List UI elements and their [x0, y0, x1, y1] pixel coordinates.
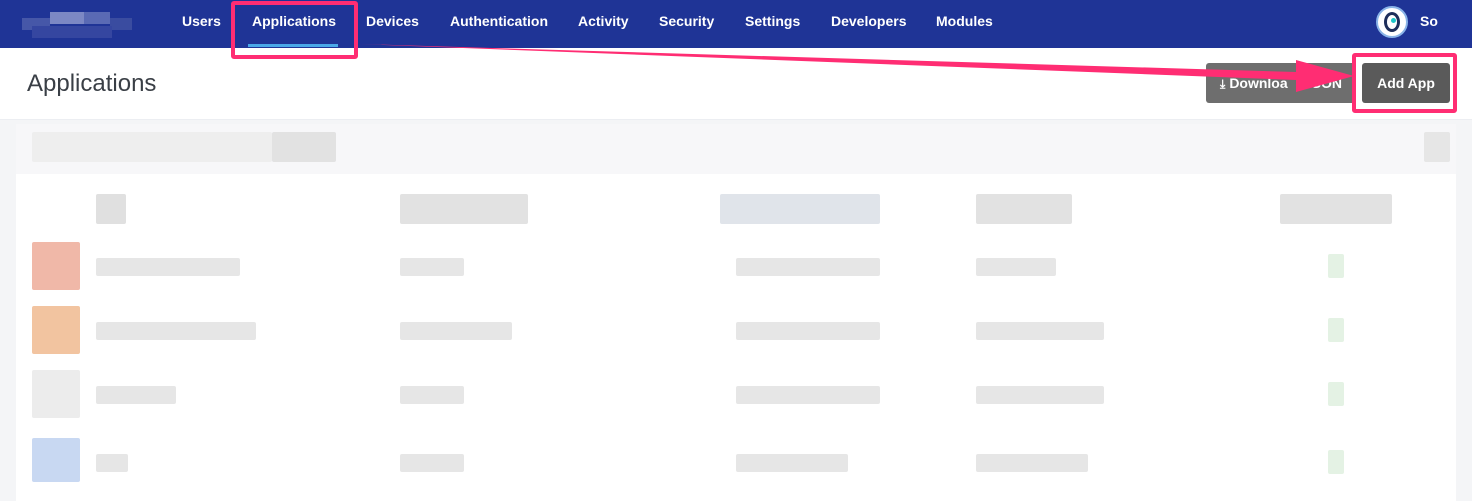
page-header: Applications ⤓ Downloa SON Add App [0, 48, 1472, 120]
table-cell [976, 454, 1088, 472]
add-app-button[interactable]: Add App [1362, 63, 1450, 103]
user-avatar-icon[interactable] [1376, 6, 1408, 38]
column-header[interactable] [976, 194, 1072, 224]
table-cell [976, 322, 1104, 340]
nav-item-activity[interactable]: Activity [578, 0, 629, 48]
column-header[interactable] [400, 194, 528, 224]
app-icon [32, 370, 80, 418]
download-label-tail: SON [1311, 75, 1342, 91]
table-row[interactable] [96, 322, 256, 340]
column-header[interactable] [1280, 194, 1392, 224]
column-header[interactable] [96, 194, 126, 224]
status-badge [1328, 254, 1344, 278]
company-logo[interactable] [22, 10, 132, 38]
filter-button[interactable] [272, 132, 336, 162]
table-cell [400, 322, 512, 340]
user-name[interactable]: So [1420, 13, 1438, 29]
download-json-button[interactable]: ⤓ Downloa SON [1206, 63, 1356, 103]
table-cell [400, 386, 464, 404]
nav-item-applications[interactable]: Applications [252, 0, 336, 48]
app-icon [32, 242, 80, 290]
table-cell [736, 258, 880, 276]
table-settings-button[interactable] [1424, 132, 1450, 162]
app-icon [32, 306, 80, 354]
table-row[interactable] [96, 386, 176, 404]
nav-item-modules[interactable]: Modules [936, 0, 993, 48]
nav-item-settings[interactable]: Settings [745, 0, 800, 48]
table-cell [736, 454, 848, 472]
nav-item-devices[interactable]: Devices [366, 0, 419, 48]
nav-item-developers[interactable]: Developers [831, 0, 906, 48]
table-cell [400, 258, 464, 276]
table-row[interactable] [96, 258, 240, 276]
page-title: Applications [27, 70, 157, 97]
active-tab-indicator [248, 44, 338, 47]
search-input[interactable] [32, 132, 272, 162]
download-icon: ⤓ [1220, 77, 1226, 91]
nav-item-users[interactable]: Users [182, 0, 221, 48]
status-badge [1328, 450, 1344, 474]
status-badge [1328, 318, 1344, 342]
table-cell [736, 322, 880, 340]
applications-table [16, 124, 1456, 501]
table-cell [400, 454, 464, 472]
table-cell [736, 386, 880, 404]
table-cell [976, 258, 1056, 276]
download-label: Downloa [1229, 75, 1288, 91]
table-row[interactable] [96, 454, 128, 472]
top-navigation-bar: Users Applications Devices Authenticatio… [0, 0, 1472, 48]
app-icon [32, 438, 80, 482]
column-header[interactable] [720, 194, 880, 224]
table-cell [976, 386, 1104, 404]
nav-item-security[interactable]: Security [659, 0, 714, 48]
status-badge [1328, 382, 1344, 406]
nav-item-authentication[interactable]: Authentication [450, 0, 548, 48]
